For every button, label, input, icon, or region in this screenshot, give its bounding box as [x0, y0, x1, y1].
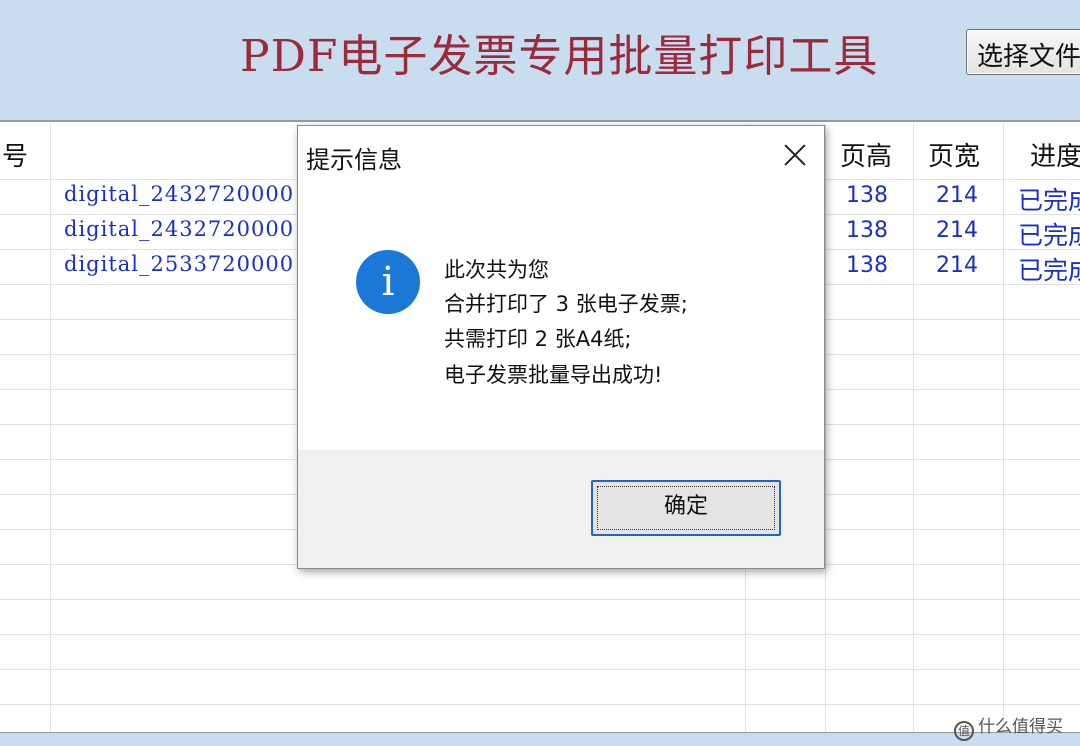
- table-cell-height: 138: [846, 253, 888, 278]
- table-cell-filename[interactable]: digital_2432720000: [64, 217, 294, 241]
- app-header: PDF电子发票专用批量打印工具 选择文件: [0, 0, 1080, 122]
- watermark: 值什么值得买: [954, 712, 1063, 741]
- table-cell-status: 已完成: [1018, 256, 1080, 285]
- column-header-index[interactable]: 号: [2, 136, 28, 173]
- app-title: PDF电子发票专用批量打印工具: [240, 31, 879, 82]
- dialog-title: 提示信息: [306, 146, 402, 174]
- table-cell-filename[interactable]: digital_2533720000: [64, 252, 294, 276]
- dialog-message-line: 共需打印 2 张A4纸;: [444, 327, 632, 351]
- table-cell-status: 已完成: [1018, 221, 1080, 250]
- table-cell-filename[interactable]: digital_2432720000: [64, 182, 294, 206]
- info-icon: i: [356, 250, 420, 314]
- table-cell-width: 214: [936, 218, 978, 243]
- grid-line: [50, 124, 51, 734]
- select-file-button[interactable]: 选择文件: [966, 29, 1080, 75]
- watermark-logo-icon: 值: [954, 721, 974, 741]
- dialog-message-line: 此次共为您: [444, 258, 549, 282]
- table-cell-width: 214: [936, 253, 978, 278]
- table-cell-status: 已完成: [1018, 186, 1080, 215]
- grid-line: [913, 124, 914, 734]
- column-header-page-height[interactable]: 页高: [840, 136, 892, 173]
- close-icon[interactable]: [780, 140, 810, 170]
- ok-button[interactable]: 确定: [591, 480, 781, 536]
- grid-line: [0, 704, 1080, 705]
- table-cell-height: 138: [846, 183, 888, 208]
- info-dialog: 提示信息 i 此次共为您 合并打印了 3 张电子发票; 共需打印 2 张A4纸;…: [297, 125, 825, 569]
- column-header-page-width[interactable]: 页宽: [928, 136, 980, 173]
- table-cell-width: 214: [936, 183, 978, 208]
- table-cell-height: 138: [846, 218, 888, 243]
- column-header-progress[interactable]: 进度: [1030, 136, 1080, 173]
- grid-line: [1003, 124, 1004, 734]
- dialog-footer: 确定: [298, 450, 824, 568]
- grid-line: [0, 669, 1080, 670]
- grid-line: [0, 634, 1080, 635]
- watermark-text: 什么值得买: [978, 717, 1063, 737]
- dialog-message-line: 合并打印了 3 张电子发票;: [444, 292, 688, 316]
- focus-ring: [597, 486, 775, 530]
- grid-line: [825, 124, 826, 734]
- status-bar: [0, 732, 1080, 746]
- dialog-message-line: 电子发票批量导出成功!: [444, 363, 663, 387]
- grid-line: [0, 599, 1080, 600]
